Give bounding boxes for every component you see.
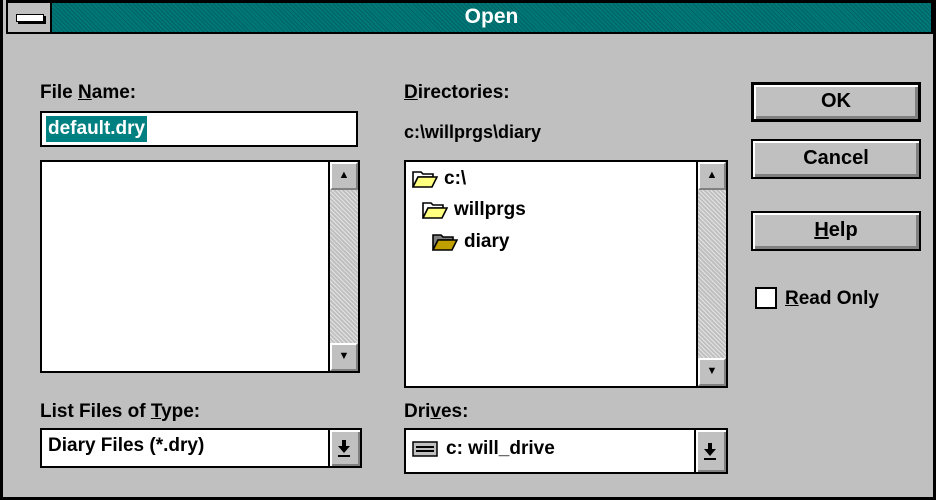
arrow-down-icon: ▼ <box>338 350 350 362</box>
cancel-button[interactable]: Cancel <box>751 139 921 179</box>
dropdown-arrow-icon <box>338 440 350 457</box>
current-directory-path: c:\willprgs\diary <box>404 122 542 142</box>
scroll-up-button[interactable]: ▲ <box>330 162 358 190</box>
arrow-down-icon: ▼ <box>706 365 718 377</box>
help-button[interactable]: Help <box>751 211 921 251</box>
open-dialog: Open File Name: default.dry ▲ ▼ Director… <box>0 0 936 500</box>
system-menu-button[interactable] <box>8 3 52 32</box>
window-title: Open <box>464 5 519 28</box>
file-list[interactable]: ▲ ▼ <box>40 160 360 373</box>
file-type-dropdown-button[interactable] <box>328 430 360 466</box>
scroll-down-button[interactable]: ▼ <box>330 343 358 371</box>
drives-value: c: will_drive <box>446 438 555 459</box>
directory-item[interactable]: willprgs <box>422 199 526 221</box>
ok-button[interactable]: OK <box>751 82 921 122</box>
file-type-label: List Files of Type: <box>40 401 201 422</box>
directory-list-scrollbar[interactable]: ▲ ▼ <box>696 162 726 386</box>
open-folder-icon <box>422 202 448 219</box>
drive-icon <box>412 441 438 457</box>
file-list-scrollbar[interactable]: ▲ ▼ <box>328 162 358 371</box>
file-type-value: Diary Files (*.dry) <box>48 435 205 456</box>
file-name-label: File Name: <box>40 82 137 103</box>
directories-label: Directories: <box>404 82 510 103</box>
title-bar[interactable]: Open <box>6 0 933 34</box>
directory-list[interactable]: c:\ willprgs diary ▲ ▼ <box>404 160 728 388</box>
arrow-up-icon: ▲ <box>706 169 718 181</box>
directory-item[interactable]: diary <box>432 231 509 253</box>
file-type-select[interactable]: Diary Files (*.dry) <box>40 428 362 468</box>
directory-item[interactable]: c:\ <box>412 168 466 190</box>
dropdown-arrow-icon <box>704 443 716 460</box>
drives-dropdown-button[interactable] <box>694 430 726 472</box>
read-only-label[interactable]: Read Only <box>785 288 879 310</box>
drives-label: Drives: <box>404 401 469 422</box>
file-name-value: default.dry <box>46 116 148 142</box>
open-folder-selected-icon <box>432 234 458 251</box>
file-name-input[interactable]: default.dry <box>40 111 358 147</box>
arrow-up-icon: ▲ <box>338 169 350 181</box>
system-menu-icon <box>16 14 44 22</box>
read-only-checkbox[interactable] <box>755 287 777 309</box>
scroll-down-button[interactable]: ▼ <box>698 358 726 386</box>
drives-select[interactable]: c: will_drive <box>404 428 728 474</box>
scroll-up-button[interactable]: ▲ <box>698 162 726 190</box>
open-folder-icon <box>412 171 438 188</box>
